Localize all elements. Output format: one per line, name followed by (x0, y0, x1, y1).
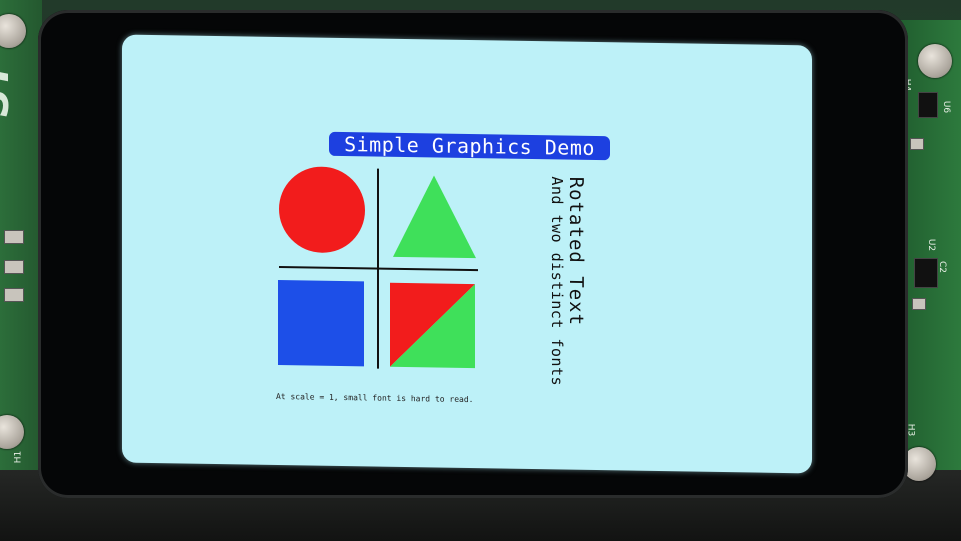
smd-component (4, 230, 24, 244)
rotated-text-group: Rotated Text And two distinct fonts (548, 176, 622, 417)
smd-component (912, 298, 926, 310)
silkscreen-label: U2 (926, 238, 937, 252)
red-circle (279, 166, 365, 253)
smd-component (4, 288, 24, 302)
graphics-figures (278, 166, 478, 369)
silkscreen-label: H1 (13, 450, 24, 464)
blue-square (278, 280, 364, 367)
silkscreen-label: U6 (941, 100, 952, 114)
rotated-text-large: Rotated Text (565, 176, 587, 327)
smd-component (4, 260, 24, 274)
rotated-text-small: And two distinct fonts (548, 176, 566, 387)
screw-icon (918, 44, 952, 78)
sensor-chip (914, 258, 938, 288)
green-triangle (393, 175, 476, 259)
lcd-screen: Simple Graphics Demo Rotated Text And tw… (122, 34, 812, 474)
smd-component (910, 138, 924, 150)
silkscreen-label: C2 (937, 260, 948, 274)
sensor-chip (918, 92, 938, 118)
